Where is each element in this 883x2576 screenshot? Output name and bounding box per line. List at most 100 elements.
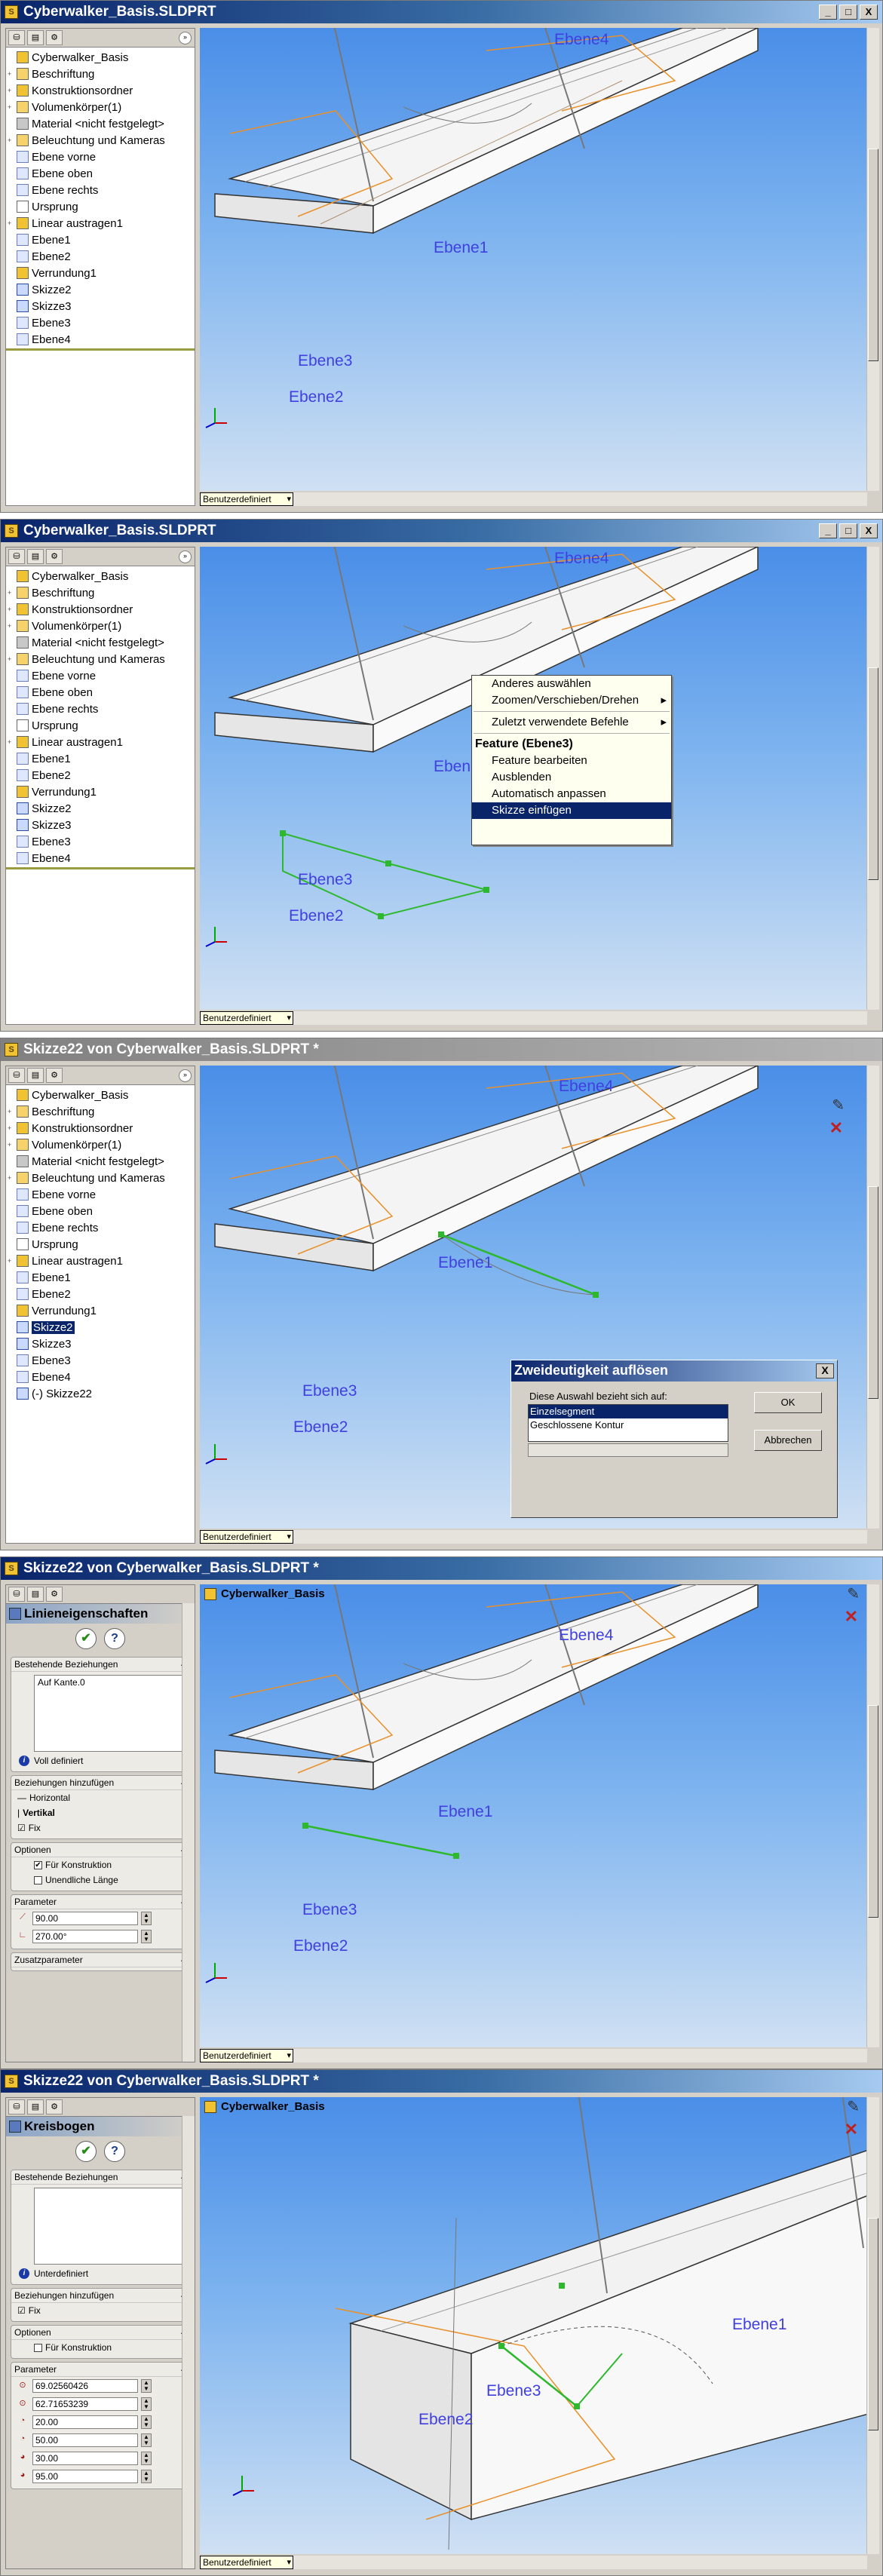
ok-check-button[interactable]: ✔ xyxy=(75,1628,97,1649)
plane-label-ebene4[interactable]: Ebene4 xyxy=(554,31,609,49)
menu-item-auto-resize[interactable]: Automatisch anpassen xyxy=(472,786,671,802)
plane-label-ebene3[interactable]: Ebene3 xyxy=(298,871,352,889)
tree-item[interactable]: Ebene1 xyxy=(8,750,195,767)
vertical-scrollbar[interactable] xyxy=(866,28,879,491)
exit-sketch-icon[interactable]: ✎ xyxy=(847,2097,860,2116)
collapse-icon[interactable]: » xyxy=(179,32,192,44)
property-manager-scrollbar[interactable] xyxy=(182,1603,195,2062)
minimize-button[interactable]: _ xyxy=(819,5,837,20)
maximize-button[interactable]: □ xyxy=(839,523,857,538)
vertical-scrollbar[interactable] xyxy=(866,2097,879,2554)
tree-item[interactable]: Ebene rechts xyxy=(8,701,195,717)
plane-label-ebene1[interactable]: Ebene1 xyxy=(732,2316,786,2334)
tree-item[interactable]: Ebene vorne xyxy=(8,1186,195,1203)
tree-item[interactable]: + Beleuchtung und Kameras xyxy=(8,1170,195,1186)
tree-item[interactable]: + Konstruktionsordner xyxy=(8,1120,195,1136)
property-manager-tab[interactable]: ▤ xyxy=(27,1587,44,1602)
tree-root[interactable]: Cyberwalker_Basis xyxy=(8,1087,195,1103)
infinite-length-checkbox[interactable]: Unendliche Länge xyxy=(11,1872,189,1888)
tree-root[interactable]: Cyberwalker_Basis xyxy=(8,568,195,584)
tree-item[interactable]: Ursprung xyxy=(8,198,195,215)
horizontal-scrollbar[interactable] xyxy=(200,2556,867,2569)
configuration-manager-tab[interactable]: ⚙ xyxy=(46,549,63,564)
tree-item[interactable]: + Beschriftung xyxy=(8,66,195,82)
minimize-button[interactable]: _ xyxy=(819,523,837,538)
feature-manager-tab[interactable]: ⛁ xyxy=(8,1068,25,1083)
close-button[interactable]: X xyxy=(860,523,878,538)
view-orientation-dropdown[interactable]: Benutzerdefiniert xyxy=(200,1530,293,1544)
cancel-sketch-icon[interactable]: ✕ xyxy=(829,1118,843,1138)
relation-horizontal[interactable]: — Horizontal xyxy=(11,1790,189,1805)
relations-list[interactable] xyxy=(34,2188,183,2265)
menu-item-other-select[interactable]: Anderes auswählen xyxy=(472,676,671,692)
vertical-scrollbar[interactable] xyxy=(866,1584,879,2047)
tree-item[interactable]: Ebene vorne xyxy=(8,667,195,684)
breadcrumb[interactable]: Cyberwalker_Basis xyxy=(204,1587,325,1600)
relation-vertical[interactable]: | Vertikal xyxy=(11,1805,189,1820)
rollback-bar[interactable] xyxy=(6,867,195,869)
tree-item[interactable]: Skizze3 xyxy=(8,298,195,314)
spin-arrows[interactable]: ▲ ▼ xyxy=(141,2397,152,2411)
menu-item-recent-commands[interactable]: Zuletzt verwendete Befehle ▸ xyxy=(472,714,671,731)
tree-item[interactable]: Ebene4 xyxy=(8,850,195,866)
plane-label-ebene4[interactable]: Ebene4 xyxy=(554,550,609,568)
param-input[interactable] xyxy=(32,2470,138,2483)
plane-label-ebene4[interactable]: Ebene4 xyxy=(559,1627,613,1645)
tree-item[interactable]: Verrundung1 xyxy=(8,1302,195,1319)
dialog-horizontal-scrollbar[interactable] xyxy=(528,1443,728,1457)
tree-item[interactable]: + Volumenkörper(1) xyxy=(8,618,195,634)
relation-fix[interactable]: ☑ Fix xyxy=(11,1820,189,1835)
tree-item[interactable]: Skizze2 xyxy=(8,800,195,817)
tree-item[interactable]: + Beleuchtung und Kameras xyxy=(8,132,195,149)
tree-item[interactable]: Ebene3 xyxy=(8,833,195,850)
property-manager-tab[interactable]: ▤ xyxy=(27,2099,44,2114)
menu-item-edit-feature[interactable]: Feature bearbeiten xyxy=(472,753,671,769)
spin-arrows[interactable]: ▲ ▼ xyxy=(141,2415,152,2429)
param-input[interactable] xyxy=(32,2415,138,2429)
tree-item[interactable]: Material <nicht festgelegt> xyxy=(8,634,195,651)
tree-item[interactable]: + Linear austragen1 xyxy=(8,1253,195,1269)
cancel-sketch-icon[interactable]: ✕ xyxy=(845,1607,858,1627)
collapse-icon[interactable]: » xyxy=(179,1069,192,1082)
view-orientation-dropdown[interactable]: Benutzerdefiniert xyxy=(200,1011,293,1025)
tree-item[interactable]: Ebene rechts xyxy=(8,1219,195,1236)
view-orientation-dropdown[interactable]: Benutzerdefiniert xyxy=(200,2049,293,2062)
graphics-viewport[interactable]: Cyberwalker_Basis Ebene1 Ebene3 Ebene2 ✎… xyxy=(200,2097,867,2554)
spin-arrows[interactable]: ▲ ▼ xyxy=(141,1930,152,1943)
tree-item[interactable]: Material <nicht festgelegt> xyxy=(8,1153,195,1170)
tree-item[interactable]: Ebene rechts xyxy=(8,182,195,198)
length-input[interactable] xyxy=(32,1912,138,1925)
tree-item[interactable]: (-) Skizze22 xyxy=(8,1385,195,1402)
configuration-manager-tab[interactable]: ⚙ xyxy=(46,2099,63,2114)
horizontal-scrollbar[interactable] xyxy=(200,2049,867,2062)
tree-item[interactable]: + Linear austragen1 xyxy=(8,734,195,750)
help-button[interactable]: ? xyxy=(104,2141,125,2162)
tree-item[interactable]: Ebene2 xyxy=(8,1286,195,1302)
ok-check-button[interactable]: ✔ xyxy=(75,2141,97,2162)
property-manager-tab[interactable]: ▤ xyxy=(27,549,44,564)
exit-sketch-icon[interactable]: ✎ xyxy=(847,1584,860,1603)
tree-item[interactable]: Ebene2 xyxy=(8,767,195,784)
tree-item[interactable]: Skizze2 xyxy=(8,281,195,298)
tree-item[interactable]: + Linear austragen1 xyxy=(8,215,195,232)
plane-label-ebene3[interactable]: Ebene3 xyxy=(486,2382,541,2400)
spin-arrows[interactable]: ▲ ▼ xyxy=(141,1912,152,1925)
tree-item[interactable]: Ebene4 xyxy=(8,331,195,348)
tree-item[interactable]: + Volumenkörper(1) xyxy=(8,1136,195,1153)
tree-item[interactable]: Ebene3 xyxy=(8,1352,195,1369)
spin-arrows[interactable]: ▲ ▼ xyxy=(141,2379,152,2393)
plane-label-ebene1[interactable]: Ebene1 xyxy=(434,239,488,257)
tree-item-selected[interactable]: Skizze2 xyxy=(8,1319,195,1336)
menu-item-insert-sketch[interactable]: Skizze einfügen xyxy=(472,802,671,819)
tree-item[interactable]: + Volumenkörper(1) xyxy=(8,99,195,115)
graphics-viewport[interactable]: Cyberwalker_Basis Ebene4 Ebene1 Ebene3 E… xyxy=(200,1584,867,2047)
tree-item[interactable]: Skizze3 xyxy=(8,1336,195,1352)
tree-item[interactable]: Ursprung xyxy=(8,1236,195,1253)
rollback-bar[interactable] xyxy=(6,348,195,351)
tree-item[interactable]: Ebene2 xyxy=(8,248,195,265)
plane-label-ebene1[interactable]: Ebene1 xyxy=(438,1803,492,1821)
relation-fix[interactable]: ☑ Fix xyxy=(11,2303,189,2318)
cancel-sketch-icon[interactable]: ✕ xyxy=(845,2120,858,2139)
tree-item[interactable]: Ursprung xyxy=(8,717,195,734)
plane-label-ebene2[interactable]: Ebene2 xyxy=(289,388,343,406)
